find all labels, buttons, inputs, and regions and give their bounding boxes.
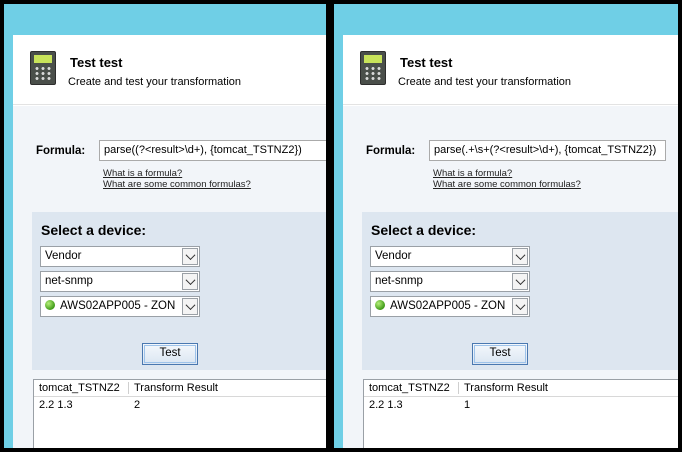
calculator-icon bbox=[30, 51, 56, 85]
mib-dropdown[interactable]: net-snmp bbox=[370, 271, 530, 292]
results-header: tomcat_TSTNZ2 Transform Result bbox=[364, 380, 678, 397]
dialog-title: Test test bbox=[400, 55, 453, 70]
what-is-formula-link[interactable]: What is a formula? bbox=[103, 168, 182, 179]
formula-label: Formula: bbox=[366, 145, 416, 157]
column-divider bbox=[128, 382, 129, 394]
window-frame bbox=[334, 35, 343, 448]
common-formulas-link[interactable]: What are some common formulas? bbox=[433, 179, 581, 190]
dialog-subtitle: Create and test your transformation bbox=[68, 76, 242, 88]
what-is-formula-link[interactable]: What is a formula? bbox=[433, 168, 512, 179]
device-dropdown-value: AWS02APP005 - ZON bbox=[390, 300, 506, 312]
device-dropdown-value: AWS02APP005 - ZON bbox=[60, 300, 176, 312]
left-dialog-window: Test test Create and test your transform… bbox=[0, 0, 331, 452]
formula-input[interactable]: parse((?<result>\d+), {tomcat_TSTNZ2}) bbox=[99, 140, 326, 161]
formula-input[interactable]: parse(.+\s+(?<result>\d+), {tomcat_TSTNZ… bbox=[429, 140, 666, 161]
window-frame bbox=[4, 35, 13, 448]
status-online-icon bbox=[375, 300, 385, 310]
dialog-header: Test test Create and test your transform… bbox=[343, 35, 678, 105]
common-formulas-link[interactable]: What are some common formulas? bbox=[103, 179, 251, 190]
dialog-body: Formula: parse((?<result>\d+), {tomcat_T… bbox=[13, 106, 326, 448]
results-list[interactable]: tomcat_TSTNZ2 Transform Result 2.2 1.3 1 bbox=[363, 379, 678, 448]
transform-result-value: 1 bbox=[464, 399, 471, 411]
mib-dropdown[interactable]: net-snmp bbox=[40, 271, 200, 292]
dialog-body: Formula: parse(.+\s+(?<result>\d+), {tom… bbox=[343, 106, 678, 448]
dialog-content: Test test Create and test your transform… bbox=[13, 35, 326, 448]
results-header: tomcat_TSTNZ2 Transform Result bbox=[34, 380, 326, 397]
metric-value: 2.2 1.3 bbox=[39, 399, 73, 411]
calculator-icon bbox=[360, 51, 386, 85]
device-selection-group: Select a device: Vendor net-snmp AWS02AP… bbox=[362, 212, 678, 370]
chevron-down-icon[interactable] bbox=[182, 298, 198, 315]
dialog-header: Test test Create and test your transform… bbox=[13, 35, 326, 105]
vendor-dropdown-value: Vendor bbox=[45, 250, 82, 262]
chevron-down-icon[interactable] bbox=[512, 273, 528, 290]
metric-value: 2.2 1.3 bbox=[369, 399, 403, 411]
chevron-down-icon[interactable] bbox=[512, 248, 528, 265]
test-button[interactable]: Test bbox=[142, 343, 198, 365]
column-header-transform-result[interactable]: Transform Result bbox=[464, 382, 548, 394]
select-device-heading: Select a device: bbox=[41, 222, 147, 238]
chevron-down-icon[interactable] bbox=[512, 298, 528, 315]
chevron-down-icon[interactable] bbox=[182, 248, 198, 265]
vendor-dropdown[interactable]: Vendor bbox=[370, 246, 530, 267]
select-device-heading: Select a device: bbox=[371, 222, 477, 238]
column-header-metric[interactable]: tomcat_TSTNZ2 bbox=[39, 382, 120, 394]
right-dialog-window: Test test Create and test your transform… bbox=[331, 0, 682, 452]
window-titlebar[interactable] bbox=[334, 4, 678, 35]
window-titlebar[interactable] bbox=[4, 4, 326, 35]
status-online-icon bbox=[45, 300, 55, 310]
column-header-transform-result[interactable]: Transform Result bbox=[134, 382, 218, 394]
transform-result-value: 2 bbox=[134, 399, 141, 411]
column-divider bbox=[458, 382, 459, 394]
table-row[interactable]: 2.2 1.3 2 bbox=[34, 397, 326, 413]
mib-dropdown-value: net-snmp bbox=[45, 275, 93, 287]
dialog-subtitle: Create and test your transformation bbox=[398, 76, 572, 88]
dialog-title: Test test bbox=[70, 55, 123, 70]
dialog-content: Test test Create and test your transform… bbox=[343, 35, 678, 448]
column-header-metric[interactable]: tomcat_TSTNZ2 bbox=[369, 382, 450, 394]
mib-dropdown-value: net-snmp bbox=[375, 275, 423, 287]
device-dropdown[interactable]: AWS02APP005 - ZON bbox=[40, 296, 200, 317]
vendor-dropdown[interactable]: Vendor bbox=[40, 246, 200, 267]
results-list[interactable]: tomcat_TSTNZ2 Transform Result 2.2 1.3 2 bbox=[33, 379, 326, 448]
chevron-down-icon[interactable] bbox=[182, 273, 198, 290]
device-selection-group: Select a device: Vendor net-snmp AWS02AP… bbox=[32, 212, 326, 370]
test-button[interactable]: Test bbox=[472, 343, 528, 365]
vendor-dropdown-value: Vendor bbox=[375, 250, 412, 262]
table-row[interactable]: 2.2 1.3 1 bbox=[364, 397, 678, 413]
device-dropdown[interactable]: AWS02APP005 - ZON bbox=[370, 296, 530, 317]
formula-label: Formula: bbox=[36, 145, 86, 157]
